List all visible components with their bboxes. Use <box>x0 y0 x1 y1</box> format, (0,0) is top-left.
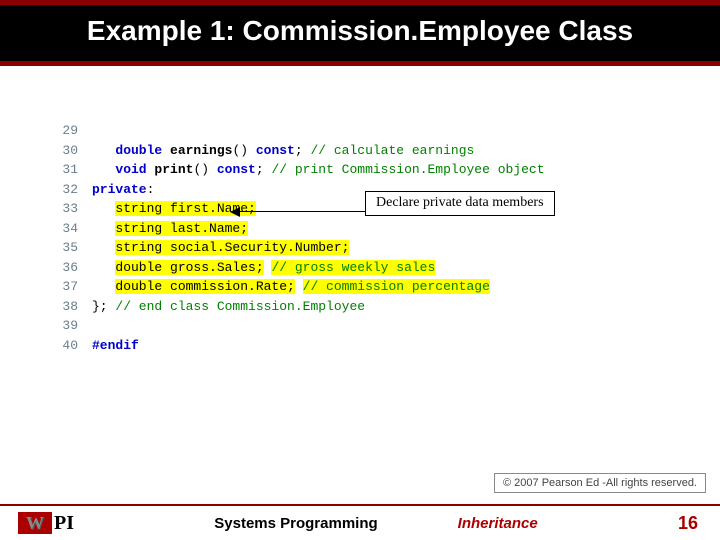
code-frag: ; <box>295 143 311 158</box>
code-line: 40 #endif <box>50 336 720 356</box>
code-frag: ; <box>256 162 272 177</box>
code-text: private: <box>92 180 154 200</box>
keyword: double <box>115 143 162 158</box>
slide-title: Example 1: Commission.Employee Class <box>0 15 720 47</box>
comment: // commission percentage <box>303 279 490 294</box>
comment: // end class Commission.Employee <box>115 299 365 314</box>
title-bar: Example 1: Commission.Employee Class <box>0 0 720 66</box>
code-line: 29 <box>50 121 720 141</box>
line-number: 39 <box>50 316 78 336</box>
code-text: double earnings() const; // calculate ea… <box>92 141 474 161</box>
keyword: private <box>92 182 147 197</box>
callout-label: Declare private data members <box>365 191 555 216</box>
arrow-head-icon <box>230 207 240 217</box>
code-frag: () <box>232 143 255 158</box>
highlighted-code: string last.Name; <box>115 221 248 236</box>
wpi-logo: W PI <box>18 512 74 535</box>
code-line: 34 string last.Name; <box>50 219 720 239</box>
keyword: void <box>115 162 146 177</box>
code-text: double commission.Rate; // commission pe… <box>92 277 490 297</box>
callout-arrow <box>230 207 365 217</box>
code-line: 30 double earnings() const; // calculate… <box>50 141 720 161</box>
code-listing: 29 30 double earnings() const; // calcul… <box>50 121 720 355</box>
code-line: 38}; // end class Commission.Employee <box>50 297 720 317</box>
keyword: const <box>217 162 256 177</box>
code-line: 35 string social.Security.Number; <box>50 238 720 258</box>
code-line: 31 void print() const; // print Commissi… <box>50 160 720 180</box>
code-frag: }; <box>92 299 115 314</box>
page-number: 16 <box>678 513 698 534</box>
code-frag: () <box>193 162 216 177</box>
comment: // print Commission.Employee object <box>271 162 544 177</box>
footer-center: Systems Programming Inheritance <box>74 515 678 532</box>
logo-badge: W <box>18 512 52 534</box>
code-text: string last.Name; <box>92 219 248 239</box>
keyword: const <box>256 143 295 158</box>
logo-letters: PI <box>54 512 74 535</box>
code-line: 37 double commission.Rate; // commission… <box>50 277 720 297</box>
code-text: #endif <box>92 336 139 356</box>
footer-course: Systems Programming <box>214 515 377 532</box>
comment: // gross weekly sales <box>271 260 435 275</box>
code-frag: : <box>147 182 155 197</box>
highlighted-code: double commission.Rate; <box>115 279 294 294</box>
code-text: double gross.Sales; // gross weekly sale… <box>92 258 435 278</box>
line-number: 30 <box>50 141 78 161</box>
line-number: 29 <box>50 121 78 141</box>
logo-letter: W <box>26 513 44 534</box>
code-text: void print() const; // print Commission.… <box>92 160 545 180</box>
line-number: 34 <box>50 219 78 239</box>
slide-footer: W PI Systems Programming Inheritance 16 <box>0 504 720 540</box>
line-number: 35 <box>50 238 78 258</box>
line-number: 40 <box>50 336 78 356</box>
line-number: 32 <box>50 180 78 200</box>
line-number: 36 <box>50 258 78 278</box>
code-line: 36 double gross.Sales; // gross weekly s… <box>50 258 720 278</box>
code-text: string social.Security.Number; <box>92 238 349 258</box>
arrow-line <box>238 211 365 212</box>
identifier: print <box>147 162 194 177</box>
line-number: 38 <box>50 297 78 317</box>
line-number: 37 <box>50 277 78 297</box>
line-number: 31 <box>50 160 78 180</box>
code-line: 39 <box>50 316 720 336</box>
line-number: 33 <box>50 199 78 219</box>
code-frag <box>295 279 303 294</box>
copyright-notice: © 2007 Pearson Ed -All rights reserved. <box>494 473 706 493</box>
highlighted-code: double gross.Sales; <box>115 260 263 275</box>
keyword: #endif <box>92 338 139 353</box>
identifier: earnings <box>162 143 232 158</box>
code-text: }; // end class Commission.Employee <box>92 297 365 317</box>
comment: // calculate earnings <box>310 143 474 158</box>
highlighted-code: string social.Security.Number; <box>115 240 349 255</box>
footer-topic: Inheritance <box>458 515 538 532</box>
